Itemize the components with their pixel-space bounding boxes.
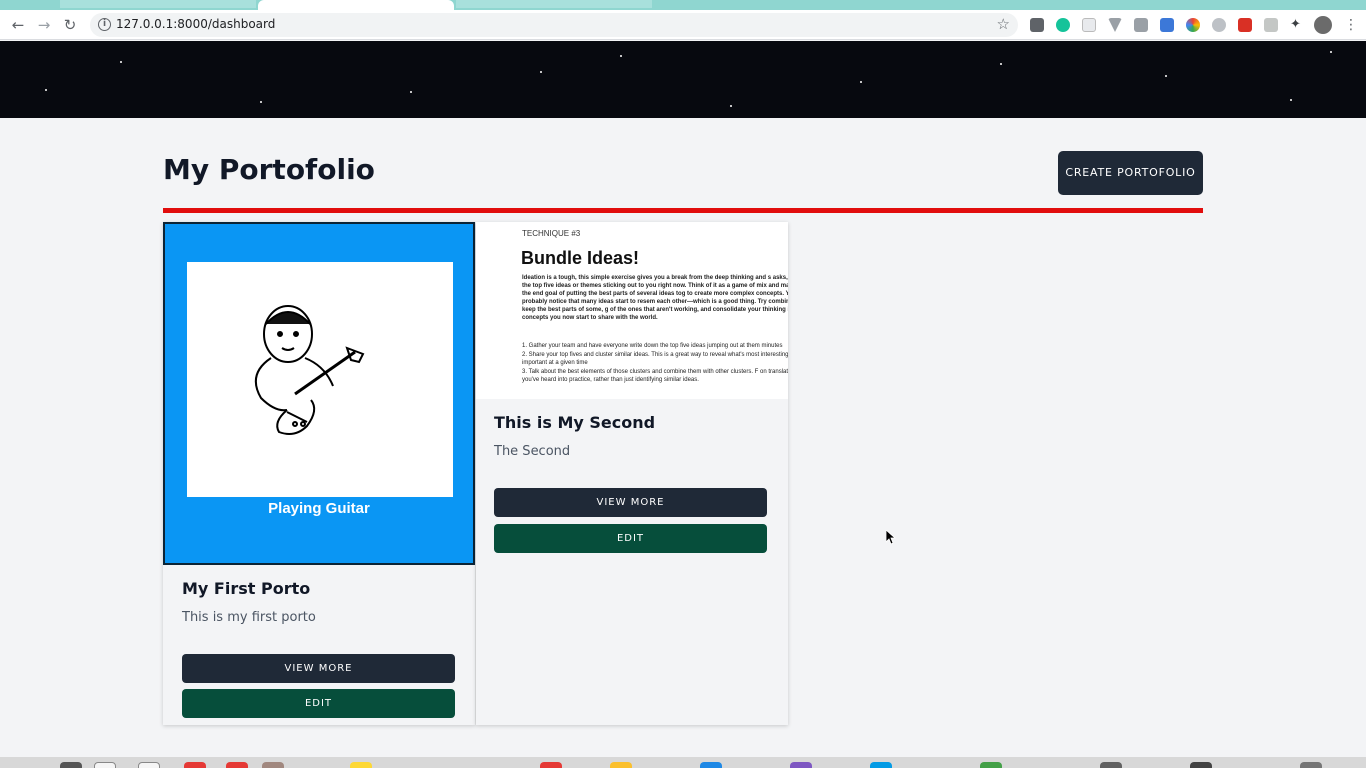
browser-toolbar: ← → ↻ i 127.0.0.1:8000/dashboard ☆ ✦ ⋮ (0, 10, 1366, 40)
settings-icon[interactable] (1212, 18, 1226, 32)
dock-app-icon[interactable] (700, 762, 722, 768)
vuetify-icon[interactable] (1108, 18, 1122, 32)
doc-list-item: 3. Talk about the best elements of those… (522, 369, 788, 383)
create-portfolio-button[interactable]: CREATE PORTOFOLIO (1058, 151, 1203, 195)
page-title: My Portofolio (163, 153, 375, 186)
guitarist-drawing (254, 305, 365, 435)
back-icon[interactable]: ← (8, 15, 28, 35)
star-dot (410, 91, 412, 93)
dock-app-icon[interactable] (262, 762, 284, 768)
card-description: This is my first porto (182, 610, 316, 625)
hero-banner (0, 41, 1366, 118)
card-image: TECHNIQUE #3 Bundle Ideas! Ideation is a… (476, 222, 788, 399)
card-description: The Second (494, 444, 571, 459)
dock-app-icon[interactable] (138, 762, 160, 768)
view-more-button[interactable]: VIEW MORE (494, 488, 767, 517)
portfolio-card: Playing Guitar My First Porto This is my… (163, 222, 475, 725)
reader-icon[interactable] (1030, 18, 1044, 32)
menu-icon[interactable]: ⋮ (1344, 18, 1358, 32)
star-dot (120, 61, 122, 63)
browser-tab-active[interactable] (258, 0, 454, 10)
info-icon[interactable]: i (98, 18, 111, 31)
star-dot (1290, 99, 1292, 101)
star-dot (1000, 63, 1002, 65)
pen-icon[interactable] (1160, 18, 1174, 32)
grammarly-icon[interactable] (1056, 18, 1070, 32)
dock-app-icon[interactable] (980, 762, 1002, 768)
doc-list-item: 1. Gather your team and have everyone wr… (522, 343, 783, 349)
star-dot (1165, 75, 1167, 77)
card-image: Playing Guitar (163, 222, 475, 565)
os-dock (0, 757, 1366, 768)
doc-list-item: 2. Share your top fives and cluster simi… (522, 352, 788, 366)
divider (163, 208, 1203, 213)
star-dot (620, 55, 622, 57)
doc-kicker: TECHNIQUE #3 (522, 229, 581, 238)
dock-app-icon[interactable] (1300, 762, 1322, 768)
browser-tab[interactable] (60, 0, 256, 8)
star-dot (860, 81, 862, 83)
youtube-icon[interactable] (1238, 18, 1252, 32)
drawing-canvas (187, 262, 453, 497)
star-dot (730, 105, 732, 107)
box-icon[interactable] (1082, 18, 1096, 32)
star-dot (45, 89, 47, 91)
dock-app-icon[interactable] (610, 762, 632, 768)
dock-app-icon[interactable] (1190, 762, 1212, 768)
doc-list: 1. Gather your team and have everyone wr… (522, 342, 788, 385)
card-title: This is My Second (494, 413, 656, 432)
browser-tab[interactable] (456, 0, 652, 8)
mouse-cursor-icon (886, 530, 896, 544)
address-bar[interactable]: i 127.0.0.1:8000/dashboard ☆ (90, 13, 1018, 37)
edit-button[interactable]: EDIT (494, 524, 767, 553)
colorpicker-icon[interactable] (1186, 18, 1200, 32)
portfolio-card: TECHNIQUE #3 Bundle Ideas! Ideation is a… (476, 222, 788, 725)
star-dot (1330, 51, 1332, 53)
dock-app-icon[interactable] (60, 762, 82, 768)
dock-app-icon[interactable] (1100, 762, 1122, 768)
doc-heading: Bundle Ideas! (521, 248, 640, 268)
dock-app-icon[interactable] (350, 762, 372, 768)
url-text: 127.0.0.1:8000/dashboard (116, 17, 276, 31)
forward-icon[interactable]: → (34, 15, 54, 35)
bookmark-star-icon[interactable]: ☆ (997, 15, 1010, 33)
dock-app-icon[interactable] (790, 762, 812, 768)
profile-avatar[interactable] (1314, 16, 1332, 34)
doc-paragraph: Ideation is a tough, this simple exercis… (522, 275, 788, 321)
star-dot (540, 71, 542, 73)
dock-app-icon[interactable] (94, 762, 116, 768)
view-more-button[interactable]: VIEW MORE (182, 654, 455, 683)
card-title: My First Porto (182, 579, 311, 598)
image-caption: Playing Guitar (268, 500, 370, 517)
edit-button[interactable]: EDIT (182, 689, 455, 718)
page-icon[interactable] (1264, 18, 1278, 32)
extensions-icon[interactable]: ✦ (1290, 18, 1304, 32)
reload-icon[interactable]: ↻ (60, 15, 80, 35)
dock-app-icon[interactable] (226, 762, 248, 768)
dock-app-icon[interactable] (870, 762, 892, 768)
camera-icon[interactable] (1134, 18, 1148, 32)
dock-app-icon[interactable] (184, 762, 206, 768)
star-dot (260, 101, 262, 103)
browser-tabstrip (0, 0, 1366, 10)
dock-app-icon[interactable] (540, 762, 562, 768)
